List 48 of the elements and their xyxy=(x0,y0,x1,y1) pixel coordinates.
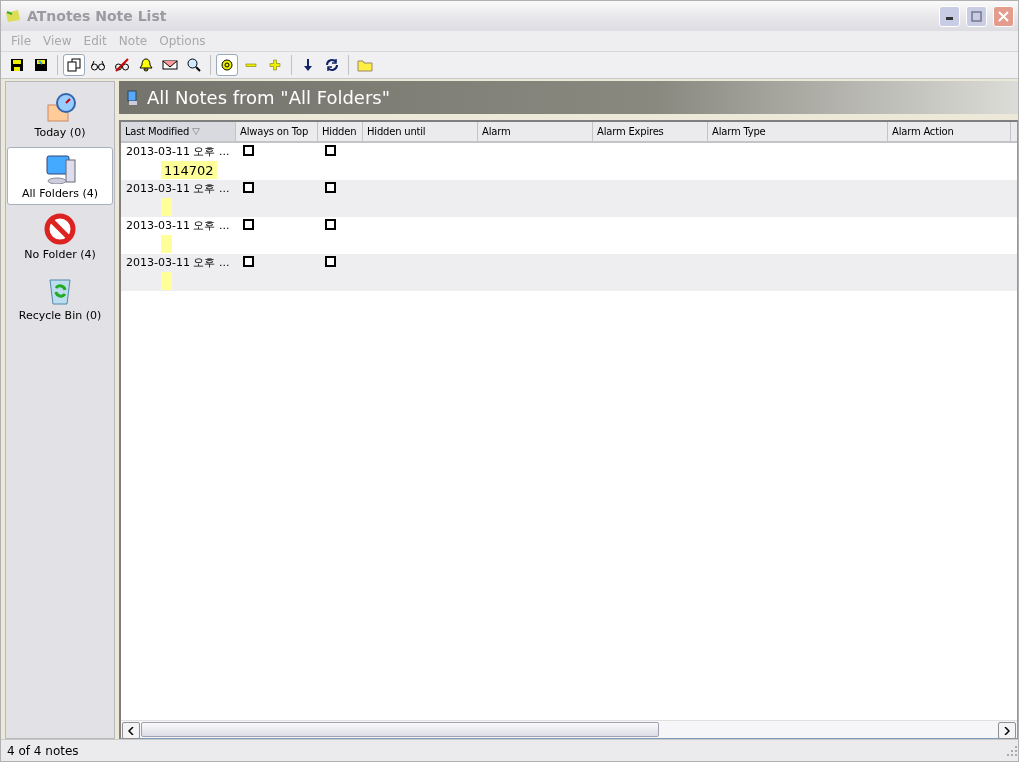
clock-calendar-icon xyxy=(44,91,76,123)
sidebar-item[interactable]: No Folder (4) xyxy=(7,208,113,266)
status-bar: 4 of 4 notes xyxy=(1,739,1018,761)
toolbar-button[interactable] xyxy=(63,54,85,76)
scroll-left-button[interactable] xyxy=(122,722,140,739)
window-title: ATnotes Note List xyxy=(27,8,168,24)
checkbox[interactable] xyxy=(243,256,254,267)
crossed-glasses-icon xyxy=(114,57,130,73)
sidebar-item[interactable]: Today (0) xyxy=(7,86,113,144)
folder-icon xyxy=(357,57,373,73)
bell-icon xyxy=(138,57,154,73)
checkbox[interactable] xyxy=(243,182,254,193)
save-icon xyxy=(33,57,49,73)
target-icon xyxy=(219,57,235,73)
checkbox[interactable] xyxy=(325,182,336,193)
sidebar-item[interactable]: All Folders (4) xyxy=(7,147,113,205)
scroll-thumb[interactable] xyxy=(141,722,659,737)
minimize-button[interactable] xyxy=(939,5,960,27)
search-icon xyxy=(186,57,202,73)
scroll-right-button[interactable] xyxy=(998,722,1016,739)
checkbox[interactable] xyxy=(325,145,336,156)
sort-arrow-icon xyxy=(192,128,201,135)
close-icon xyxy=(998,10,1009,22)
table-cell: 2013-03-11 오후 ... xyxy=(121,217,236,254)
maximize-icon xyxy=(971,10,982,22)
toolbar-button[interactable] xyxy=(216,54,238,76)
checkbox[interactable] xyxy=(325,219,336,230)
header-title: All Notes from "All Folders" xyxy=(147,87,390,108)
table-cell: 2013-03-11 오후 ... xyxy=(121,180,236,217)
column-header[interactable]: Last Modified xyxy=(121,122,236,141)
horizontal-scrollbar[interactable] xyxy=(121,720,1017,738)
refresh-icon xyxy=(324,57,340,73)
table-cell-text: 2013-03-11 오후 ... 114702 xyxy=(125,144,231,180)
computer-icon xyxy=(44,152,76,184)
checkbox[interactable] xyxy=(243,219,254,230)
computer-icon xyxy=(127,89,139,106)
maximize-button[interactable] xyxy=(966,5,987,27)
app-icon xyxy=(5,9,21,23)
save-icon xyxy=(9,57,25,73)
checkbox[interactable] xyxy=(243,145,254,156)
checkbox[interactable] xyxy=(325,256,336,267)
copy-icon xyxy=(66,57,82,73)
sidebar-item[interactable]: Recycle Bin (0) xyxy=(7,269,113,327)
note-color-swatch: 114702 xyxy=(161,161,217,179)
plus-icon xyxy=(267,57,283,73)
envelope-icon xyxy=(162,57,178,73)
table-cell: 2013-03-11 오후 ... xyxy=(121,254,236,291)
prohibited-icon xyxy=(44,213,76,245)
